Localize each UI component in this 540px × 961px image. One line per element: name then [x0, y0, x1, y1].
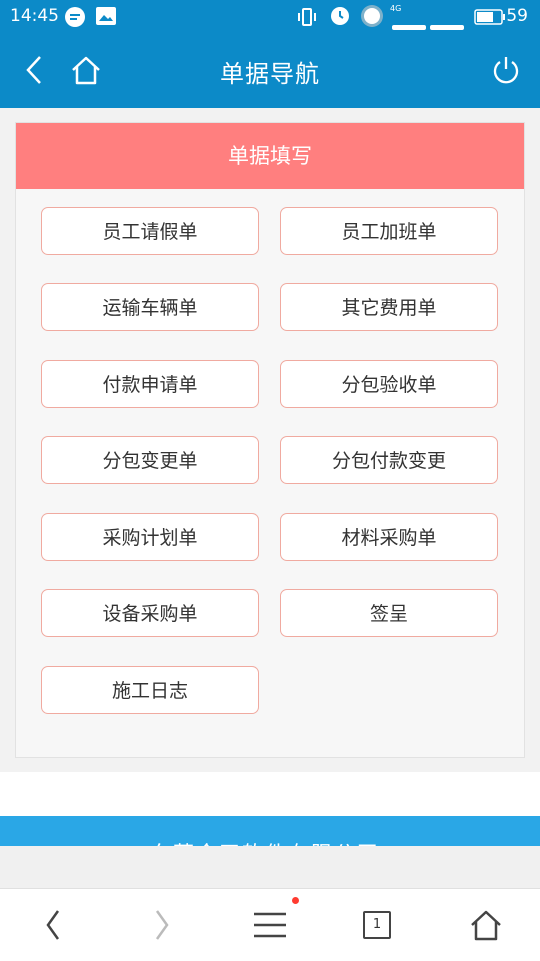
equipment-purchase-button[interactable]: 设备采购单	[41, 589, 259, 637]
status-time: 14:45	[10, 6, 59, 26]
spacer	[0, 772, 540, 816]
page-title: 单据导航	[220, 60, 320, 88]
vehicle-transport-button[interactable]: 运输车辆单	[41, 283, 259, 331]
material-purchase-button[interactable]: 材料采购单	[280, 513, 498, 561]
message-icon	[64, 6, 86, 32]
overtime-request-button[interactable]: 员工加班单	[280, 207, 498, 255]
spacer-bottom	[0, 846, 540, 888]
chevron-left-icon	[46, 910, 60, 940]
power-icon	[493, 57, 519, 84]
construction-log-button[interactable]: 施工日志	[41, 666, 259, 714]
browser-home-button[interactable]	[446, 889, 526, 961]
tab-count: 1	[363, 911, 391, 939]
subcontract-change-button[interactable]: 分包变更单	[41, 436, 259, 484]
top-navigation-bar: 单据导航	[0, 34, 540, 108]
browser-toolbar: 1	[0, 888, 540, 961]
browser-menu-button[interactable]	[230, 889, 310, 961]
alarm-icon	[330, 6, 350, 30]
purchase-plan-button[interactable]: 采购计划单	[41, 513, 259, 561]
card-header: 单据填写	[16, 123, 524, 189]
company-footer: 东莞今天软件有限公司	[0, 816, 540, 846]
payment-request-button[interactable]: 付款申请单	[41, 360, 259, 408]
subcontract-payment-change-button[interactable]: 分包付款变更	[280, 436, 498, 484]
wifi-icon	[430, 16, 464, 35]
network-type: 4G	[390, 4, 402, 13]
browser-back-button[interactable]	[13, 889, 93, 961]
browser-forward-button[interactable]	[122, 889, 202, 961]
image-notification-icon	[95, 6, 117, 30]
circle-status-icon	[360, 4, 384, 32]
notification-dot	[292, 897, 299, 904]
status-bar: 14:45 4G 59	[0, 0, 540, 34]
company-name: 东莞今天软件有限公司	[150, 838, 380, 846]
subcontract-acceptance-button[interactable]: 分包验收单	[280, 360, 498, 408]
battery-level: 59	[506, 6, 528, 26]
chevron-right-icon	[155, 910, 169, 940]
browser-tabs-button[interactable]: 1	[337, 889, 417, 961]
other-expense-button[interactable]: 其它费用单	[280, 283, 498, 331]
home-icon	[471, 910, 501, 941]
form-card: 单据填写 员工请假单 员工加班单 运输车辆单 其它费用单 付款申请单 分包验收单…	[15, 122, 525, 758]
vibrate-icon	[296, 6, 318, 32]
signal-icon	[392, 16, 426, 35]
logout-button[interactable]	[484, 48, 528, 92]
leave-request-button[interactable]: 员工请假单	[41, 207, 259, 255]
menu-icon	[254, 912, 286, 938]
battery-icon	[474, 9, 506, 29]
petition-button[interactable]: 签呈	[280, 589, 498, 637]
